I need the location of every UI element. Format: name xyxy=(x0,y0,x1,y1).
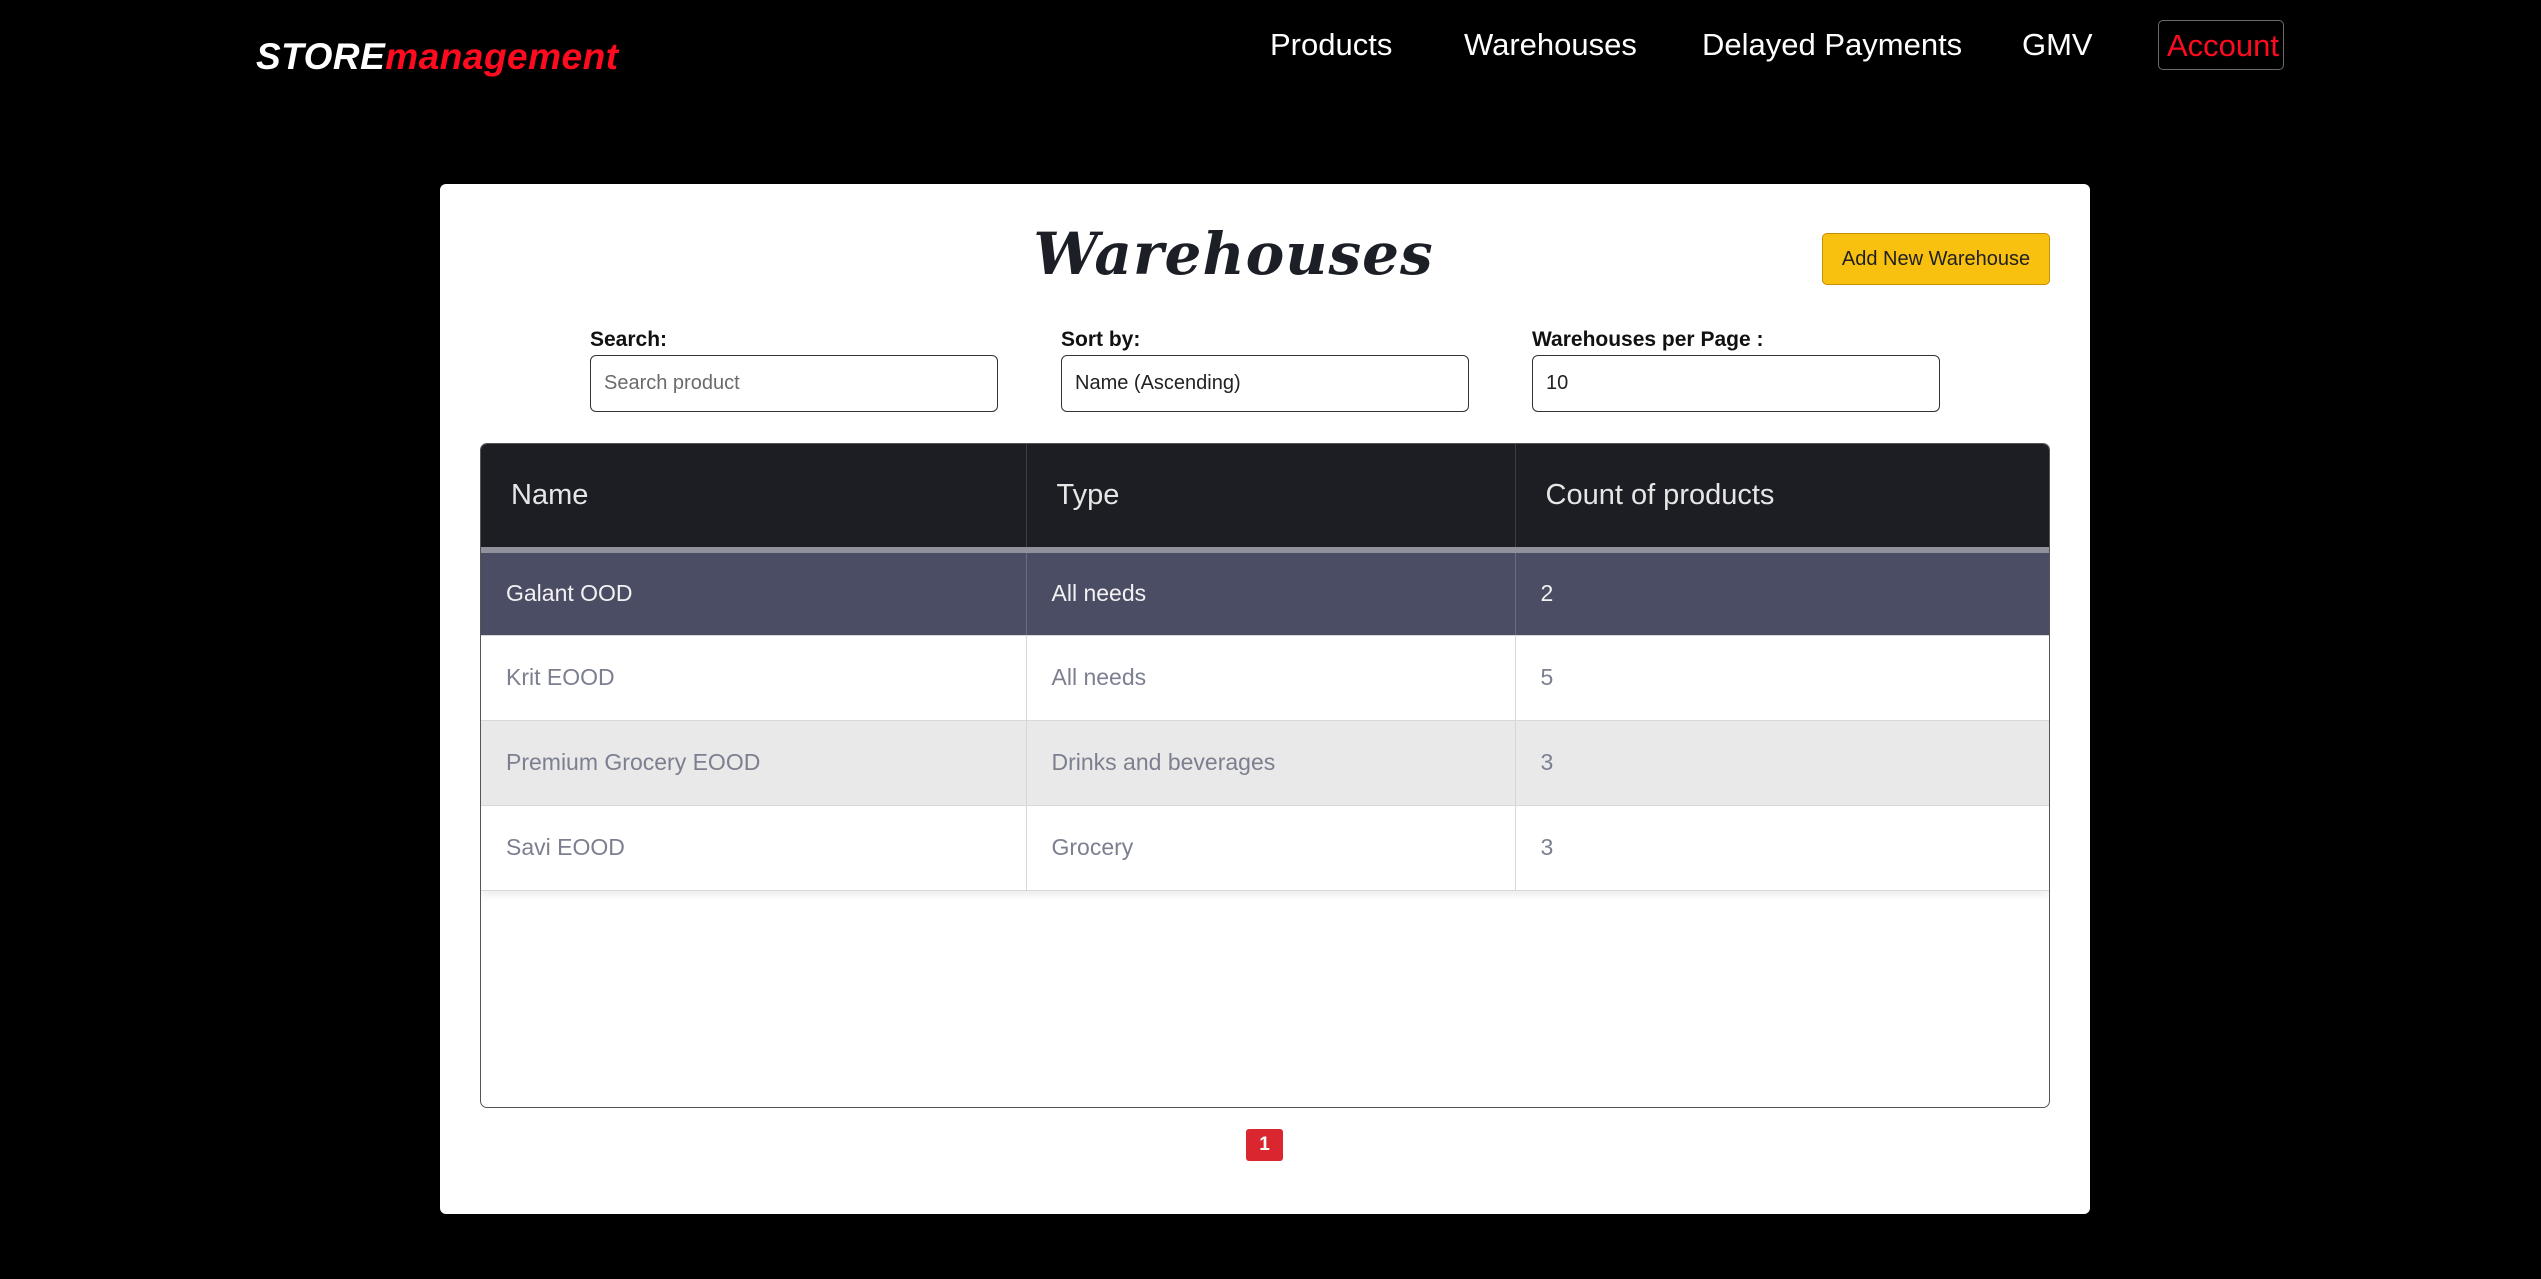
pagination-page-button[interactable]: 1 xyxy=(1246,1129,1283,1161)
table-row[interactable]: Galant OOD All needs 2 xyxy=(481,550,2049,636)
column-header-type[interactable]: Type xyxy=(1026,444,1516,553)
warehouses-card: Warehouses Add New Warehouse Search: Sor… xyxy=(440,184,2090,1214)
cell-count: 5 xyxy=(1515,635,2049,721)
brand-store-text: STORE xyxy=(256,36,386,77)
cell-type: Grocery xyxy=(1026,805,1516,891)
nav-products-link[interactable]: Products xyxy=(1270,20,1392,70)
cell-count: 3 xyxy=(1515,805,2049,891)
cell-count: 2 xyxy=(1515,550,2049,636)
brand-logo[interactable]: STOREmanagement xyxy=(256,34,619,80)
search-input[interactable] xyxy=(590,355,998,412)
cell-name: Savi EOOD xyxy=(481,805,1027,891)
add-new-warehouse-button[interactable]: Add New Warehouse xyxy=(1822,233,2050,285)
cell-type: Drinks and beverages xyxy=(1026,720,1516,806)
column-header-name[interactable]: Name xyxy=(481,444,1027,553)
cell-count: 3 xyxy=(1515,720,2049,806)
cell-type: All needs xyxy=(1026,550,1516,636)
nav-gmv-link[interactable]: GMV xyxy=(2022,20,2093,70)
sort-by-label: Sort by: xyxy=(1061,328,1141,351)
table-row[interactable]: Savi EOOD Grocery 3 xyxy=(481,805,2049,891)
warehouses-table-container: Name Type Count of products Galant OOD A… xyxy=(480,443,2050,1108)
cell-type: All needs xyxy=(1026,635,1516,721)
nav-delayed-payments-link[interactable]: Delayed Payments xyxy=(1702,20,1962,70)
top-navbar: STOREmanagement Products Warehouses Dela… xyxy=(0,0,2541,110)
nav-warehouses-link[interactable]: Warehouses xyxy=(1464,20,1637,70)
column-header-count[interactable]: Count of products xyxy=(1515,444,2049,553)
table-header-row: Name Type Count of products xyxy=(481,444,2049,553)
cell-name: Premium Grocery EOOD xyxy=(481,720,1027,806)
brand-management-text: management xyxy=(385,36,619,77)
cell-name: Galant OOD xyxy=(481,550,1027,636)
sort-by-select[interactable] xyxy=(1061,355,1469,412)
per-page-label: Warehouses per Page : xyxy=(1532,328,1764,351)
search-label: Search: xyxy=(590,328,668,351)
page-title: Warehouses xyxy=(1033,220,1434,288)
per-page-input[interactable] xyxy=(1532,355,1940,412)
warehouses-table: Name Type Count of products Galant OOD A… xyxy=(481,444,2049,891)
table-row[interactable]: Krit EOOD All needs 5 xyxy=(481,635,2049,721)
table-row[interactable]: Premium Grocery EOOD Drinks and beverage… xyxy=(481,720,2049,806)
cell-name: Krit EOOD xyxy=(481,635,1027,721)
nav-account-link[interactable]: Account xyxy=(2158,20,2284,70)
